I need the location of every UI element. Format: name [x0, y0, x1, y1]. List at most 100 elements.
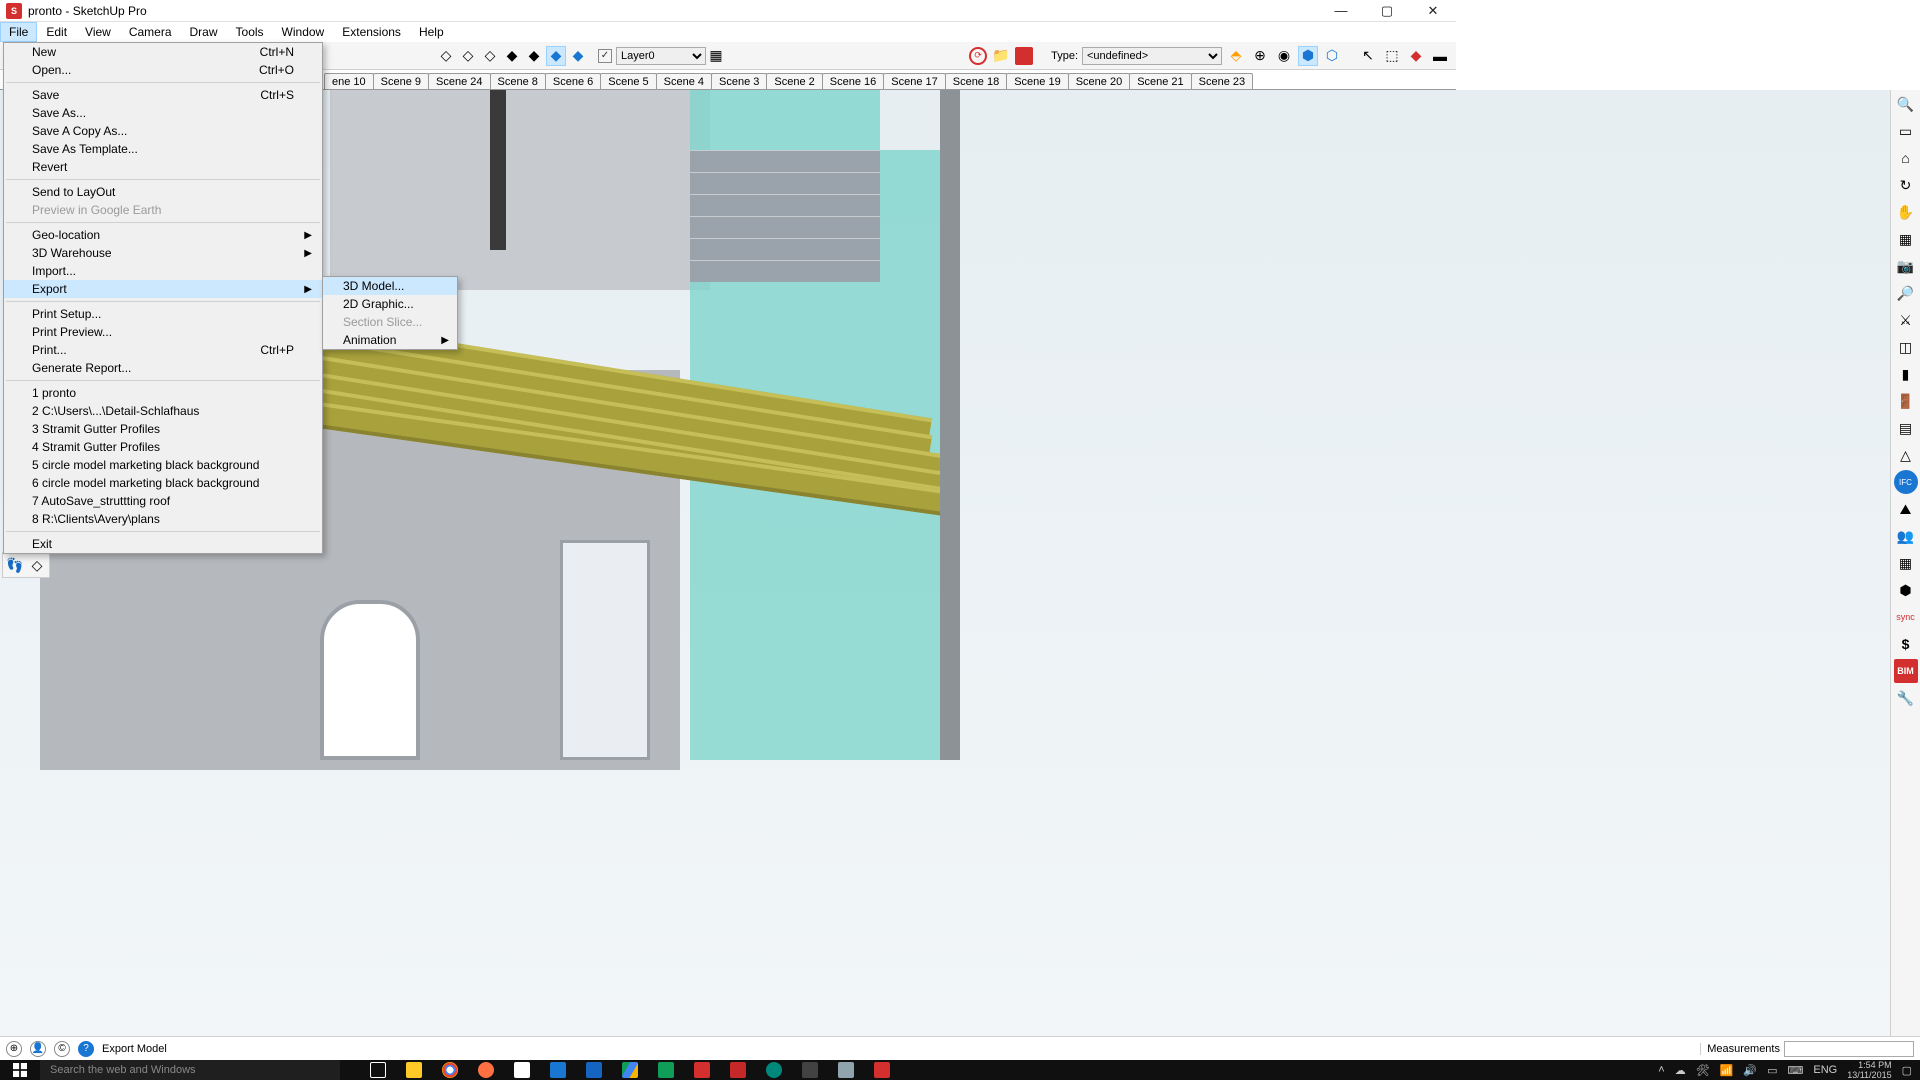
scene-tab[interactable]: Scene 18 [945, 73, 1007, 89]
bim-icon[interactable]: BIM [1894, 659, 1918, 683]
section-icon[interactable]: ▭ [1894, 119, 1918, 143]
menu-camera[interactable]: Camera [120, 22, 181, 42]
scene-tab[interactable]: Scene 3 [711, 73, 767, 89]
file-menu-item[interactable]: Save As... [4, 104, 322, 122]
export-submenu-item[interactable]: 3D Model... [323, 277, 457, 295]
eraser-icon[interactable]: ▬ [1430, 46, 1450, 66]
taskbar-search[interactable]: Search the web and Windows [40, 1060, 340, 1080]
scene-tab[interactable]: Scene 6 [545, 73, 601, 89]
layer-dropdown[interactable]: Layer0 [616, 47, 706, 65]
file-menu-item[interactable]: 8 R:\Clients\Avery\plans [4, 510, 322, 528]
file-menu-item[interactable]: Print...Ctrl+P [4, 341, 322, 359]
hidden-line-icon[interactable]: ◇ [480, 46, 500, 66]
file-menu-item[interactable]: Save As Template... [4, 140, 322, 158]
minimize-button[interactable]: — [1318, 0, 1364, 22]
tray-cloud-icon[interactable]: ☁ [1675, 1064, 1686, 1077]
pan-icon[interactable]: ✋ [1894, 200, 1918, 224]
app-icon-1[interactable] [468, 1060, 504, 1080]
footprints-icon[interactable]: 👣 [5, 555, 25, 575]
zoom-selection-icon[interactable]: 🔎 [1894, 281, 1918, 305]
compass-icon[interactable]: ⊕ [1250, 46, 1270, 66]
file-menu-item[interactable]: Open...Ctrl+O [4, 61, 322, 79]
house-icon[interactable]: ⌂ [1894, 146, 1918, 170]
file-menu-item[interactable]: 4 Stramit Gutter Profiles [4, 438, 322, 456]
xray-icon[interactable]: ◇ [436, 46, 456, 66]
help-icon[interactable]: ? [78, 1041, 94, 1057]
menu-file[interactable]: File [0, 22, 37, 42]
app-icon-2[interactable] [504, 1060, 540, 1080]
stairs-icon[interactable]: ▤ [1894, 416, 1918, 440]
scene-tab[interactable]: Scene 17 [883, 73, 945, 89]
tray-chevron-icon[interactable]: ˄ [1658, 1064, 1664, 1076]
app-icon-g[interactable] [720, 1060, 756, 1080]
file-menu-item[interactable]: Print Setup... [4, 305, 322, 323]
notifications-icon[interactable]: ▢ [1902, 1064, 1912, 1077]
type-dropdown[interactable]: <undefined> [1082, 47, 1222, 65]
pushpull-icon[interactable]: ◫ [1894, 335, 1918, 359]
grid-icon[interactable]: ▦ [1894, 551, 1918, 575]
record-icon[interactable]: ⟳ [969, 47, 987, 65]
wireframe-icon[interactable]: ◇ [458, 46, 478, 66]
chrome-icon[interactable] [432, 1060, 468, 1080]
folder-icon[interactable]: 📁 [991, 46, 1011, 66]
terrain-icon[interactable]: ⛰ [1894, 497, 1918, 521]
zoom-extents-icon[interactable]: 🔍 [1894, 92, 1918, 116]
orbit-icon[interactable]: ↻ [1894, 173, 1918, 197]
wrench-icon[interactable]: 🔧 [1894, 686, 1918, 710]
file-menu-item[interactable]: 1 pronto [4, 384, 322, 402]
app-icon-4[interactable] [576, 1060, 612, 1080]
file-menu-item[interactable]: 3 Stramit Gutter Profiles [4, 420, 322, 438]
file-menu-item[interactable]: Import... [4, 262, 322, 280]
monochrome-icon[interactable]: ◆ [546, 46, 566, 66]
shaded-textures-icon[interactable]: ◆ [524, 46, 544, 66]
scene-tab[interactable]: Scene 16 [822, 73, 884, 89]
person-icon[interactable]: 👤 [30, 1041, 46, 1057]
app-icon-book[interactable] [828, 1060, 864, 1080]
scene-tab[interactable]: Scene 19 [1006, 73, 1068, 89]
wall-icon[interactable]: ▮ [1894, 362, 1918, 386]
material-icon[interactable]: ◆ [1406, 46, 1426, 66]
file-menu-item[interactable]: Print Preview... [4, 323, 322, 341]
ifc-icon[interactable]: IFC [1894, 470, 1918, 494]
export-submenu-item[interactable]: Animation▶ [323, 331, 457, 349]
file-menu-item[interactable]: 5 circle model marketing black backgroun… [4, 456, 322, 474]
knife-icon[interactable]: ⚔ [1894, 308, 1918, 332]
tray-keyboard-icon[interactable]: ⌨ [1787, 1064, 1803, 1077]
menu-extensions[interactable]: Extensions [333, 22, 410, 42]
scene-tab[interactable]: Scene 8 [490, 73, 546, 89]
menu-edit[interactable]: Edit [37, 22, 76, 42]
shaded-icon[interactable]: ◆ [502, 46, 522, 66]
file-menu-item[interactable]: SaveCtrl+S [4, 86, 322, 104]
roof-icon[interactable]: △ [1894, 443, 1918, 467]
people-icon[interactable]: 👥 [1894, 524, 1918, 548]
tray-battery-icon[interactable]: ▭ [1767, 1064, 1777, 1077]
drive-icon[interactable] [612, 1060, 648, 1080]
scene-tab[interactable]: Scene 4 [656, 73, 712, 89]
measurements-input[interactable] [1784, 1041, 1914, 1057]
globe-icon[interactable]: ◉ [1274, 46, 1294, 66]
file-menu-item[interactable]: Exit [4, 535, 322, 553]
menu-view[interactable]: View [76, 22, 120, 42]
menu-tools[interactable]: Tools [227, 22, 273, 42]
layer-manager-icon[interactable]: ▦ [706, 46, 726, 66]
scene-tab[interactable]: Scene 9 [373, 73, 429, 89]
explorer-icon[interactable] [396, 1060, 432, 1080]
door-icon[interactable]: 🚪 [1894, 389, 1918, 413]
file-menu-item[interactable]: NewCtrl+N [4, 43, 322, 61]
menu-help[interactable]: Help [410, 22, 453, 42]
tray-wifi-icon[interactable]: 📶 [1720, 1064, 1734, 1077]
cube-icon[interactable]: ⬡ [1322, 46, 1342, 66]
export-submenu-item[interactable]: 2D Graphic... [323, 295, 457, 313]
tag-icon[interactable]: ⬘ [1226, 46, 1246, 66]
sheets-icon[interactable] [648, 1060, 684, 1080]
diamond-icon[interactable]: ◇ [27, 555, 47, 575]
tray-volume-icon[interactable]: 🔊 [1743, 1064, 1757, 1077]
app-icon-x[interactable] [792, 1060, 828, 1080]
tray-tool-icon[interactable]: 🛠 [1696, 1064, 1710, 1077]
task-view-icon[interactable] [360, 1060, 396, 1080]
file-menu-item[interactable]: 3D Warehouse▶ [4, 244, 322, 262]
file-menu-item[interactable]: 6 circle model marketing black backgroun… [4, 474, 322, 492]
file-menu-item[interactable]: Revert [4, 158, 322, 176]
paint-icon[interactable]: ⬚ [1382, 46, 1402, 66]
menu-window[interactable]: Window [273, 22, 334, 42]
